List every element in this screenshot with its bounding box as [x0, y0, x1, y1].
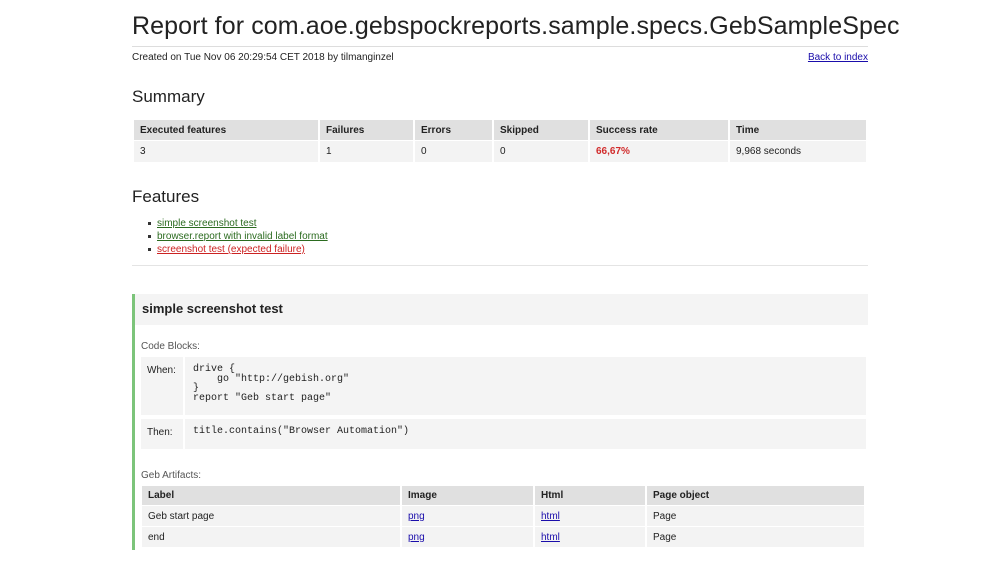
artifact-page-object: Page	[646, 505, 866, 527]
column-header: Time	[729, 120, 868, 141]
title-divider	[132, 46, 868, 47]
column-header: Image	[401, 486, 535, 506]
summary-row: 3 1 0 0 66,67% 9,968 seconds	[134, 140, 868, 162]
summary-table: Executed features Failures Errors Skippe…	[134, 120, 868, 162]
bullet-icon	[148, 248, 151, 251]
block-kind-label: Then:	[147, 427, 173, 438]
summary-header-row: Executed features Failures Errors Skippe…	[134, 120, 868, 141]
column-header: Label	[142, 486, 402, 506]
column-header: Html	[534, 486, 647, 506]
feature-link-simple-screenshot-test[interactable]: simple screenshot test	[157, 217, 257, 230]
list-item: browser.report with invalid label format	[148, 230, 328, 243]
column-header: Executed features	[134, 120, 320, 141]
time-value: 9,968 seconds	[729, 140, 868, 162]
artifact-html-cell: html	[534, 526, 647, 547]
list-item: screenshot test (expected failure)	[148, 243, 328, 256]
code-block-when: When: drive { go "http://gebish.org" } r…	[141, 357, 866, 415]
html-link[interactable]: html	[541, 532, 560, 543]
code-divider	[183, 357, 185, 415]
table-row: end png html Page	[142, 526, 866, 547]
list-item: simple screenshot test	[148, 217, 328, 230]
column-header: Success rate	[589, 120, 730, 141]
artifacts-table: Label Image Html Page object Geb start p…	[142, 486, 866, 547]
artifacts-header-row: Label Image Html Page object	[142, 486, 866, 506]
failures-value: 1	[319, 140, 415, 162]
code-text: drive { go "http://gebish.org" } report …	[193, 364, 350, 404]
code-divider	[183, 419, 185, 449]
errors-value: 0	[414, 140, 494, 162]
artifact-page-object: Page	[646, 526, 866, 547]
features-list: simple screenshot test browser.report wi…	[148, 217, 328, 256]
column-header: Page object	[646, 486, 866, 506]
artifact-image-cell: png	[401, 526, 535, 547]
artifact-label: Geb start page	[142, 505, 402, 527]
code-text: title.contains("Browser Automation")	[193, 426, 410, 437]
features-divider	[132, 265, 868, 266]
success-rate-value: 66,67%	[589, 140, 730, 162]
html-link[interactable]: html	[541, 511, 560, 522]
feature-link-browser-report[interactable]: browser.report with invalid label format	[157, 230, 328, 243]
column-header: Errors	[414, 120, 494, 141]
artifact-html-cell: html	[534, 505, 647, 527]
code-block-then: Then: title.contains("Browser Automation…	[141, 419, 866, 449]
page-title: Report for com.aoe.gebspockreports.sampl…	[132, 12, 900, 40]
features-heading: Features	[132, 187, 200, 206]
bullet-icon	[148, 235, 151, 238]
block-kind-label: When:	[147, 365, 176, 376]
feature-header: simple screenshot test	[135, 294, 868, 325]
skipped-value: 0	[493, 140, 590, 162]
bullet-icon	[148, 222, 151, 225]
executed-features-value: 3	[134, 140, 320, 162]
artifact-image-cell: png	[401, 505, 535, 527]
png-link[interactable]: png	[408, 511, 425, 522]
table-row: Geb start page png html Page	[142, 505, 866, 527]
geb-artifacts-label: Geb Artifacts:	[141, 470, 202, 481]
png-link[interactable]: png	[408, 532, 425, 543]
feature-status-bar	[132, 294, 135, 550]
column-header: Skipped	[493, 120, 590, 141]
code-blocks-label: Code Blocks:	[141, 341, 200, 352]
summary-heading: Summary	[132, 87, 205, 106]
feature-detail-simple-screenshot-test: simple screenshot test Code Blocks: When…	[132, 294, 868, 550]
column-header: Failures	[319, 120, 415, 141]
back-to-index-link[interactable]: Back to index	[808, 52, 868, 63]
feature-title: simple screenshot test	[142, 301, 283, 316]
report-meta: Created on Tue Nov 06 20:29:54 CET 2018 …	[132, 52, 394, 63]
artifact-label: end	[142, 526, 402, 547]
feature-link-screenshot-test-failure[interactable]: screenshot test (expected failure)	[157, 243, 305, 256]
